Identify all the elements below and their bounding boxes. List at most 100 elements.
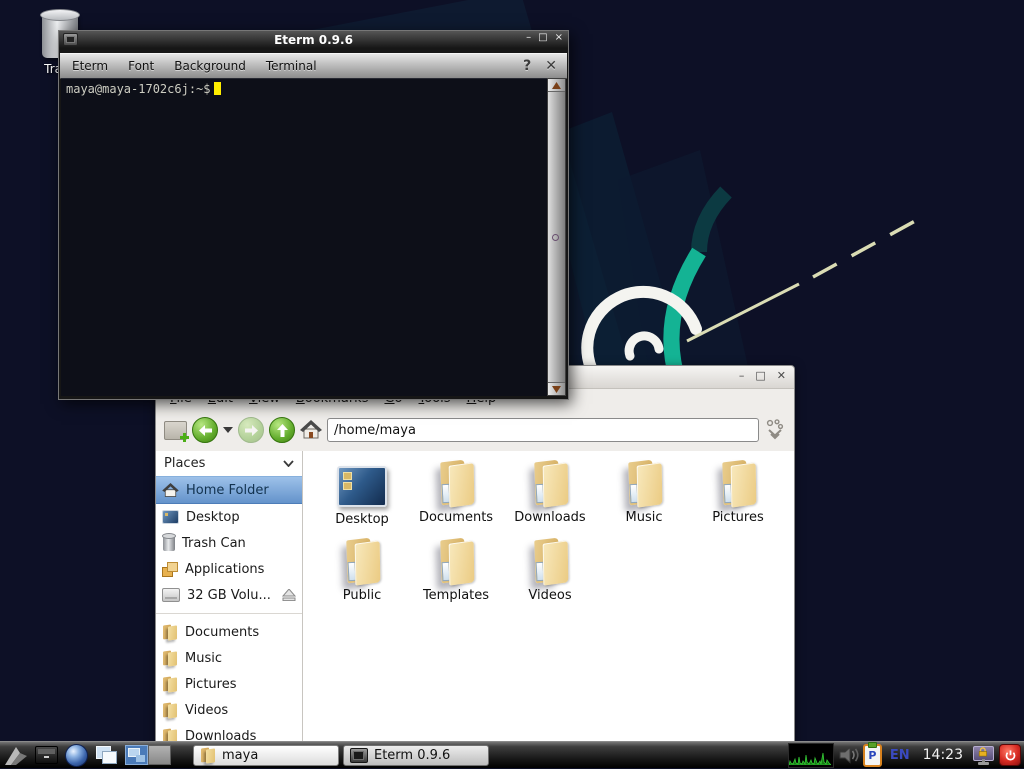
places-sidebar: Places Home Folder Desktop Trash Can bbox=[156, 451, 303, 746]
file-item-label: Music bbox=[597, 510, 691, 525]
path-input[interactable] bbox=[327, 418, 759, 442]
file-item-templates[interactable]: Templates bbox=[409, 537, 503, 615]
globe-icon bbox=[65, 744, 88, 767]
forward-button[interactable] bbox=[238, 417, 264, 443]
cleanup-tool-icon[interactable] bbox=[764, 419, 786, 441]
terminal-cursor bbox=[214, 82, 221, 95]
up-button[interactable] bbox=[269, 417, 295, 443]
sidebar-item-volume[interactable]: 32 GB Volu... bbox=[156, 582, 302, 608]
file-item-documents[interactable]: Documents bbox=[409, 459, 503, 537]
file-list-view[interactable]: Desktop Documents Downloads Music Pictur… bbox=[303, 451, 794, 746]
folder-icon bbox=[162, 702, 178, 719]
sidebar-item-label: Trash Can bbox=[182, 536, 246, 551]
home-button[interactable] bbox=[300, 420, 322, 440]
file-item-label: Documents bbox=[409, 510, 503, 525]
minimize-button[interactable]: – bbox=[739, 369, 745, 382]
folder-icon bbox=[431, 537, 481, 587]
sidebar-item-label: Videos bbox=[185, 703, 228, 718]
sidebar-item-label: Desktop bbox=[186, 510, 240, 525]
folder-icon bbox=[713, 459, 763, 509]
taskbar-clock[interactable]: 14:23 bbox=[923, 747, 963, 763]
file-item-public[interactable]: Public bbox=[315, 537, 409, 615]
sidebar-item-documents[interactable]: Documents bbox=[156, 619, 302, 645]
scroll-up-arrow[interactable] bbox=[548, 79, 565, 92]
help-icon[interactable]: ? bbox=[523, 58, 531, 74]
workspace-2[interactable] bbox=[148, 745, 171, 765]
menu-eterm[interactable]: Eterm bbox=[72, 59, 108, 73]
folder-icon bbox=[162, 650, 178, 667]
places-header[interactable]: Places bbox=[156, 451, 302, 476]
sidebar-item-desktop[interactable]: Desktop bbox=[156, 504, 302, 530]
menu-font[interactable]: Font bbox=[128, 59, 154, 73]
file-item-music[interactable]: Music bbox=[597, 459, 691, 537]
eject-icon[interactable] bbox=[282, 589, 296, 601]
sidebar-item-applications[interactable]: Applications bbox=[156, 556, 302, 582]
eterm-menubar: Eterm Font Background Terminal ? ✕ bbox=[60, 53, 567, 79]
keyboard-layout-indicator[interactable]: EN bbox=[890, 748, 910, 763]
sidebar-item-label: Documents bbox=[185, 625, 259, 640]
sidebar-item-pictures[interactable]: Pictures bbox=[156, 671, 302, 697]
clipboard-manager-icon[interactable]: P bbox=[863, 744, 882, 767]
file-manager-window[interactable]: – □ ✕ File Edit View Bookmarks Go Tools … bbox=[155, 365, 795, 747]
sidebar-item-music[interactable]: Music bbox=[156, 645, 302, 671]
file-item-downloads[interactable]: Downloads bbox=[503, 459, 597, 537]
close-icon[interactable]: ✕ bbox=[545, 58, 557, 74]
cpu-monitor[interactable] bbox=[788, 743, 834, 768]
task-button-label: maya bbox=[222, 748, 258, 763]
task-button-eterm[interactable]: Eterm 0.9.6 bbox=[343, 745, 489, 766]
menu-terminal[interactable]: Terminal bbox=[266, 59, 317, 73]
sidebar-item-home-folder[interactable]: Home Folder bbox=[156, 476, 302, 504]
desktop-icon bbox=[162, 510, 179, 524]
file-manager-launcher[interactable] bbox=[33, 744, 59, 767]
history-dropdown-chevron[interactable] bbox=[223, 427, 233, 433]
maximize-button[interactable]: □ bbox=[538, 32, 547, 43]
lock-screen-button[interactable] bbox=[972, 745, 995, 766]
maximize-button[interactable]: □ bbox=[755, 369, 765, 382]
sidebar-item-label: Pictures bbox=[185, 677, 236, 692]
folder-icon bbox=[162, 676, 178, 693]
sidebar-separator bbox=[156, 613, 302, 614]
new-tab-button[interactable] bbox=[164, 421, 187, 440]
start-menu-button[interactable] bbox=[3, 744, 29, 767]
eterm-titlebar[interactable]: Eterm 0.9.6 – □ × bbox=[59, 31, 568, 48]
file-item-label: Videos bbox=[503, 588, 597, 603]
folder-icon bbox=[200, 747, 216, 764]
menu-background[interactable]: Background bbox=[174, 59, 246, 73]
sidebar-item-label: Applications bbox=[185, 562, 264, 577]
close-button[interactable]: × bbox=[555, 32, 563, 43]
workspace-1[interactable] bbox=[125, 745, 148, 765]
file-item-pictures[interactable]: Pictures bbox=[691, 459, 785, 537]
file-item-label: Public bbox=[315, 588, 409, 603]
shell-prompt: maya@maya-1702c6j:~$ bbox=[66, 82, 211, 96]
volume-icon[interactable] bbox=[838, 746, 859, 764]
web-browser-launcher[interactable] bbox=[63, 744, 89, 767]
terminal-icon bbox=[63, 33, 78, 46]
file-item-label: Templates bbox=[409, 588, 503, 603]
close-button[interactable]: ✕ bbox=[777, 369, 786, 382]
minimize-button[interactable]: – bbox=[526, 32, 531, 43]
applications-icon bbox=[162, 561, 178, 577]
clipboard-letter: P bbox=[868, 750, 876, 761]
power-button[interactable] bbox=[999, 744, 1021, 766]
sidebar-item-videos[interactable]: Videos bbox=[156, 697, 302, 723]
folder-icon bbox=[619, 459, 669, 509]
sidebar-item-trash[interactable]: Trash Can bbox=[156, 530, 302, 556]
file-item-label: Downloads bbox=[503, 510, 597, 525]
scrollbar-thumb[interactable] bbox=[548, 92, 565, 382]
home-icon bbox=[162, 483, 179, 498]
back-button[interactable] bbox=[192, 417, 218, 443]
sidebar-item-label: Music bbox=[185, 651, 222, 666]
file-item-desktop[interactable]: Desktop bbox=[315, 459, 409, 537]
eterm-window-title: Eterm 0.9.6 bbox=[59, 33, 568, 47]
file-item-label: Desktop bbox=[315, 512, 409, 527]
terminal-scrollbar[interactable] bbox=[547, 78, 566, 396]
file-item-videos[interactable]: Videos bbox=[503, 537, 597, 615]
sidebar-item-label: Home Folder bbox=[186, 483, 269, 498]
show-desktop-button[interactable] bbox=[93, 744, 119, 767]
file-manager-icon bbox=[35, 746, 58, 764]
eterm-window[interactable]: Eterm 0.9.6 – □ × Eterm Font Background … bbox=[58, 30, 569, 400]
scroll-down-arrow[interactable] bbox=[548, 382, 565, 395]
task-button-file-manager[interactable]: maya bbox=[193, 745, 339, 766]
terminal-output-area[interactable]: maya@maya-1702c6j:~$ bbox=[61, 78, 547, 396]
lxde-logo-icon bbox=[4, 745, 28, 766]
